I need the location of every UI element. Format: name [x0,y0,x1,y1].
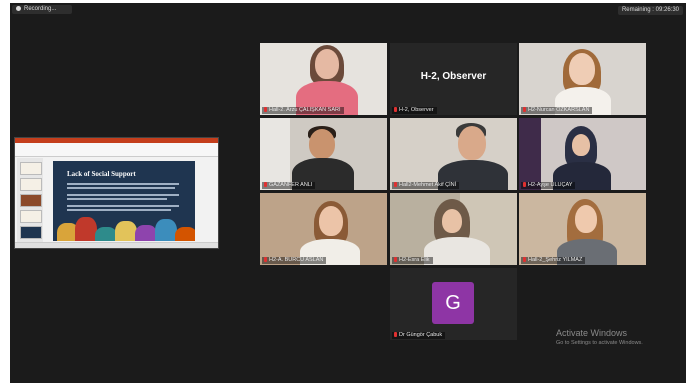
meeting-window: Recording... Remaining : 09:26:30 Lack o… [10,3,686,383]
recording-indicator[interactable]: Recording... [12,5,72,14]
slide-thumbnail [20,178,42,191]
app-ribbon [15,143,218,157]
slide-illustration [75,217,97,241]
microphone-muted-icon [394,257,397,262]
participant-tile[interactable]: H2-Esra Elik [390,193,517,265]
microphone-muted-icon [264,182,267,187]
participant-name: Hall2-Mehmet Akif ÇİNİ [392,182,460,189]
participant-name: GAZANFER ANLI [262,182,316,189]
slide-text-line [67,209,171,211]
microphone-muted-icon [264,257,267,262]
participant-tile[interactable]: H2-Nurcan ÖZKARSLAN [519,43,646,115]
watermark-subtitle: Go to Settings to activate Windows. [556,340,643,346]
microphone-muted-icon [264,107,267,112]
microphone-muted-icon [523,182,526,187]
participant-name: H2-Esra Elik [392,257,433,264]
current-slide: Lack of Social Support [53,161,195,241]
remaining-time-badge: Remaining : 09:26:30 [617,6,683,15]
slide-text-line [67,205,179,207]
slide-illustration [155,219,177,241]
slide-illustration [135,225,157,241]
participant-tile[interactable]: Hall-2. Arzu ÇALIŞKAN SARI [260,43,387,115]
slide-text-line [67,187,175,189]
participant-name: Hall-2. Arzu ÇALIŞKAN SARI [262,107,344,114]
slide-thumbnail [20,162,42,175]
participant-tile[interactable]: G Dr Güngör Çabuk [390,268,517,340]
slide-thumbnail [20,210,42,223]
participant-tile[interactable]: Hall-2_Şehriz YILMAZ [519,193,646,265]
participant-tile[interactable]: H2-A. BURCU ASLAN [260,193,387,265]
slide-text-line [67,194,179,196]
participant-name: H-2, Observer [392,107,437,114]
slide-illustration [115,221,137,241]
record-icon [16,5,21,11]
watermark-title: Activate Windows [556,328,628,338]
slide-text-line [67,198,167,200]
microphone-muted-icon [394,182,397,187]
slide-title: Lack of Social Support [67,170,136,178]
slide-thumbnail [20,194,42,207]
microphone-muted-icon [394,107,397,112]
microphone-muted-icon [523,257,526,262]
participant-tile[interactable]: H2-Ayşe ULUÇAY [519,118,646,190]
activate-windows-watermark: Activate Windows Go to Settings to activ… [556,328,643,347]
slide-thumbnail [20,226,42,239]
participant-name: H2-A. BURCU ASLAN [262,257,327,264]
slide-illustration [175,227,195,241]
participant-tile[interactable]: GAZANFER ANLI [260,118,387,190]
participant-name: Hall-2_Şehriz YILMAZ [521,257,586,264]
participant-name: H2-Nurcan ÖZKARSLAN [521,107,593,114]
shared-screen[interactable]: Lack of Social Support [14,137,219,249]
app-status-bar [15,242,218,248]
slide-illustration [95,227,117,241]
recording-label: Recording... [24,6,57,12]
participant-tile[interactable]: H-2, Observer H-2, Observer [390,43,517,115]
microphone-muted-icon [523,107,526,112]
participant-tile[interactable]: Hall2-Mehmet Akif ÇİNİ [390,118,517,190]
microphone-muted-icon [394,332,397,337]
participant-name: H2-Ayşe ULUÇAY [521,182,576,189]
participant-display-name: H-2, Observer [420,71,487,82]
participant-name: Dr Güngör Çabuk [392,332,446,339]
slide-thumbnails [17,158,43,243]
avatar: G [432,282,474,324]
slide-text-line [67,183,179,185]
